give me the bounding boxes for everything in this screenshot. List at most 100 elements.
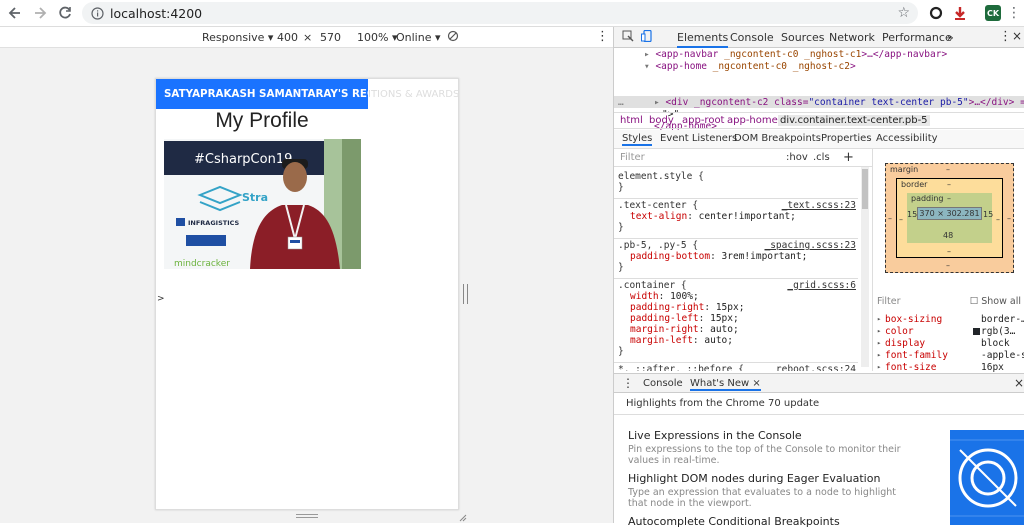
expand-triangle-icon[interactable]: ▸ bbox=[877, 339, 881, 347]
box-model-padding[interactable]: padding – 15 15 48 370 × 302.281 bbox=[907, 193, 993, 243]
expand-triangle-icon[interactable]: ▸ bbox=[877, 315, 881, 323]
viewport-resize-handle[interactable] bbox=[463, 284, 468, 304]
whats-new-panel: Highlights from the Chrome 70 update Liv… bbox=[614, 393, 1024, 528]
info-icon[interactable] bbox=[88, 4, 106, 22]
styles-scrollbar[interactable] bbox=[861, 167, 869, 367]
width-input[interactable]: 400 bbox=[277, 31, 298, 44]
breadcrumb-body[interactable]: body bbox=[649, 115, 674, 126]
forward-icon[interactable] bbox=[27, 0, 53, 26]
hov-toggle[interactable]: :hov bbox=[786, 152, 808, 163]
style-property[interactable]: padding-right: 15px; bbox=[630, 302, 744, 313]
breadcrumb-html[interactable]: html bbox=[620, 115, 643, 126]
reload-icon[interactable] bbox=[52, 0, 78, 26]
expand-triangle-icon[interactable]: ▸ bbox=[877, 327, 881, 335]
devtools-panel: Elements Console Sources Network Perform… bbox=[613, 27, 1024, 528]
computed-row[interactable]: ▸ box-sizing border-… bbox=[877, 314, 1024, 326]
navbar-brand[interactable]: SATYAPRAKASH SAMANTARAY'S RECOGN bbox=[156, 79, 368, 109]
color-swatch[interactable] bbox=[973, 328, 980, 335]
drawer-tab-whats-new[interactable]: What's New × bbox=[690, 378, 761, 391]
computed-row[interactable]: ▸ display block bbox=[877, 338, 1024, 350]
extension-download-icon[interactable] bbox=[952, 5, 968, 21]
style-rule[interactable]: *, ::after, ::before {_reboot.scss:24box… bbox=[614, 364, 858, 371]
expand-triangle-icon[interactable]: ▸ bbox=[877, 351, 881, 359]
subtab-properties[interactable]: Properties bbox=[821, 133, 872, 144]
breadcrumb-app-root[interactable]: app-root bbox=[682, 115, 724, 126]
device-toggle-icon[interactable] bbox=[641, 29, 653, 45]
whats-new-item-title: Live Expressions in the Console bbox=[628, 429, 802, 442]
tab-sources[interactable]: Sources bbox=[781, 31, 825, 44]
style-property-value: auto; bbox=[710, 324, 739, 335]
padding-bottom-value: 48 bbox=[943, 231, 954, 240]
computed-filter-input[interactable]: Filter bbox=[877, 296, 901, 307]
style-property[interactable]: padding-bottom: 3rem!important; bbox=[630, 251, 807, 262]
add-rule-button[interactable]: + bbox=[843, 150, 854, 165]
subtab-event-listeners[interactable]: Event Listeners bbox=[660, 133, 737, 144]
expand-triangle-icon[interactable]: ▸ bbox=[877, 363, 881, 371]
whats-new-item[interactable]: Autocomplete Conditional Breakpoints bbox=[628, 515, 918, 528]
box-model-margin[interactable]: margin – – – – border – – – – padding – … bbox=[885, 163, 1014, 273]
computed-property-name: color bbox=[885, 326, 914, 337]
profile-avatar[interactable]: CK bbox=[985, 5, 1001, 21]
breadcrumb-div-container[interactable]: div.container.text-center.pb-5 bbox=[778, 115, 930, 126]
computed-row[interactable]: ▸ color rgb(3… bbox=[877, 326, 1024, 338]
drawer-close-icon[interactable]: × bbox=[1014, 376, 1024, 390]
bookmark-star-icon[interactable]: ☆ bbox=[897, 5, 910, 21]
back-icon[interactable] bbox=[2, 0, 28, 26]
address-bar[interactable]: localhost:4200 ☆ bbox=[82, 2, 918, 24]
style-rule[interactable]: .container {_grid.scss:6 width: 100%; padd… bbox=[614, 280, 858, 363]
viewport-bottom-resize-handle[interactable] bbox=[296, 514, 318, 518]
computed-property-value: block bbox=[981, 338, 1010, 349]
browser-menu-icon[interactable]: ⋮ bbox=[1006, 5, 1022, 21]
height-input[interactable]: 570 bbox=[320, 31, 341, 44]
style-rule[interactable]: element.style {} bbox=[614, 171, 858, 199]
zoom-select[interactable]: 100% ▾ bbox=[357, 31, 397, 44]
dom-node-app-navbar[interactable]: ▸ <app-navbar _ngcontent-c0 _nghost-c1>…… bbox=[644, 49, 947, 61]
rotate-icon[interactable] bbox=[447, 30, 459, 45]
inspect-element-icon[interactable] bbox=[622, 30, 634, 45]
style-property[interactable]: text-align: center!important; bbox=[630, 211, 796, 222]
whats-new-item[interactable]: Live Expressions in the Console Pin expr… bbox=[628, 429, 918, 466]
styles-filter-input[interactable]: Filter bbox=[620, 152, 645, 163]
device-select[interactable]: Responsive ▾ bbox=[202, 31, 273, 44]
box-model-border[interactable]: border – – – – padding – 15 15 48 370 × … bbox=[896, 178, 1003, 258]
more-tabs-button[interactable]: » bbox=[947, 31, 954, 44]
style-rule-close: } bbox=[618, 182, 624, 193]
style-property[interactable]: width: 100%; bbox=[630, 291, 699, 302]
styles-pane: Filter :hov .cls + element.style {} .text… bbox=[614, 149, 872, 371]
elements-subtabs: Styles Event Listeners DOM Breakpoints P… bbox=[614, 130, 1024, 149]
subtab-dom-breakpoints[interactable]: DOM Breakpoints bbox=[734, 133, 821, 144]
tab-network[interactable]: Network bbox=[829, 31, 875, 44]
subtab-styles[interactable]: Styles bbox=[622, 133, 653, 146]
tab-performance[interactable]: Performance bbox=[882, 31, 952, 44]
drawer-menu-icon[interactable]: ⋮ bbox=[622, 376, 634, 390]
dom-node-div-container[interactable]: ▸ <div _ngcontent-c2 class="container te… bbox=[654, 97, 1024, 109]
style-rule-source-link[interactable]: _reboot.scss:24 bbox=[770, 364, 856, 371]
dom-ellipsis-icon[interactable]: … bbox=[618, 97, 624, 109]
network-select[interactable]: Online ▾ bbox=[396, 31, 441, 44]
computed-row[interactable]: ▸ font-family -apple-s… bbox=[877, 350, 1024, 362]
style-property[interactable]: padding-left: 15px; bbox=[630, 313, 739, 324]
tab-elements[interactable]: Elements bbox=[677, 31, 729, 48]
style-rule[interactable]: .pb-5, .py-5 { _spacing.scss:23 padding-bo… bbox=[614, 240, 858, 279]
style-rule-selector: .pb-5, .py-5 { bbox=[618, 240, 699, 251]
tab-console[interactable]: Console bbox=[730, 31, 774, 44]
drawer-tab-console[interactable]: Console bbox=[643, 378, 683, 389]
show-all-checkbox[interactable]: ☐ Show all bbox=[970, 296, 1021, 307]
style-rule[interactable]: .text-center {_text.scss:23 text-align: c… bbox=[614, 200, 858, 239]
style-rule-source-link[interactable]: _grid.scss:6 bbox=[787, 280, 856, 291]
extension-sync-icon[interactable] bbox=[928, 5, 944, 21]
style-rule-source-link[interactable]: _spacing.scss:23 bbox=[764, 240, 856, 251]
whats-new-item[interactable]: Highlight DOM nodes during Eager Evaluat… bbox=[628, 472, 918, 509]
devtools-menu-icon[interactable]: ⋮ bbox=[999, 29, 1012, 44]
subtab-accessibility[interactable]: Accessibility bbox=[876, 133, 938, 144]
box-model-content[interactable]: 370 × 302.281 bbox=[917, 207, 982, 220]
corner-resize-icon[interactable] bbox=[458, 511, 467, 522]
style-rule-source-link[interactable]: _text.scss:23 bbox=[782, 200, 856, 211]
device-toolbar-menu-icon[interactable]: ⋮ bbox=[596, 29, 609, 44]
style-property[interactable]: margin-right: auto; bbox=[630, 324, 739, 335]
breadcrumb-app-home[interactable]: app-home bbox=[727, 115, 778, 126]
dom-node-app-home[interactable]: ▾ <app-home _ngcontent-c0 _nghost-c2> bbox=[644, 61, 856, 73]
cls-toggle[interactable]: .cls bbox=[813, 152, 830, 163]
style-property[interactable]: margin-left: auto; bbox=[630, 335, 733, 346]
devtools-close-icon[interactable]: × bbox=[1012, 29, 1022, 43]
